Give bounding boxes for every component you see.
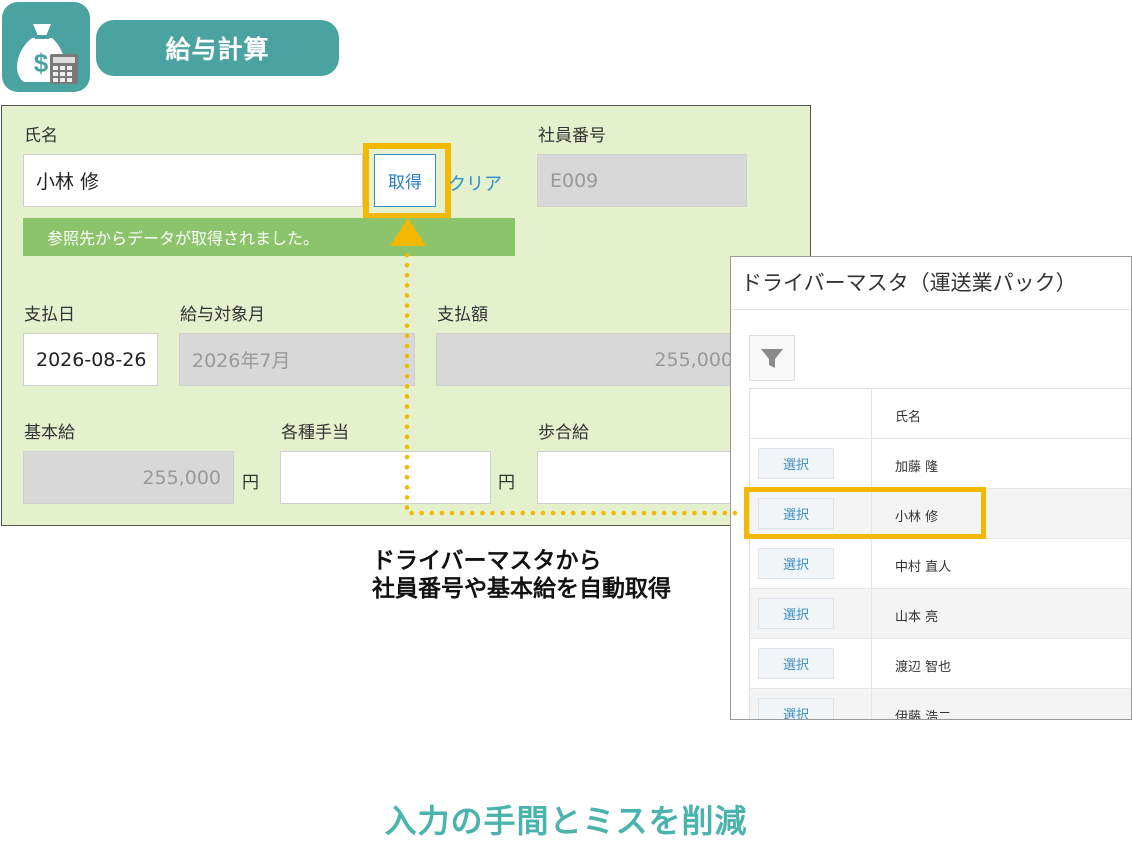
callout-line-1: ドライバーマスタから — [372, 548, 602, 574]
clear-link[interactable]: クリア — [448, 170, 502, 196]
select-button[interactable]: 選択 — [758, 648, 834, 679]
name-input[interactable]: 小林 修 — [23, 154, 363, 207]
dotted-connector — [404, 252, 745, 516]
table-row: 選択 加藤 隆 — [750, 439, 1131, 489]
select-button[interactable]: 選択 — [758, 448, 834, 479]
money-bag-calculator-icon: $ — [17, 24, 78, 84]
select-button[interactable]: 選択 — [758, 698, 834, 719]
driver-name: 加藤 隆 — [895, 460, 939, 475]
driver-name: 中村 直人 — [895, 560, 952, 575]
select-button[interactable]: 選択 — [758, 548, 834, 579]
table-row: 選択 山本 亮 — [750, 589, 1131, 639]
driver-table: 氏名 選択 加藤 隆 選択 小林 修 選択 中村 直人 選択 山本 亮 選択 渡… — [749, 388, 1131, 720]
employee-no-label: 社員番号 — [538, 126, 606, 146]
pay-month-label: 給与対象月 — [180, 305, 265, 325]
arrow-head — [390, 218, 426, 246]
filter-funnel-icon — [761, 349, 783, 368]
pay-date-input[interactable]: 2026-08-26 — [23, 333, 158, 386]
select-button[interactable]: 選択 — [758, 598, 834, 629]
pay-date-label: 支払日 — [24, 305, 75, 325]
base-salary-field: 255,000 — [23, 451, 234, 504]
column-header-name: 氏名 — [895, 410, 922, 425]
driver-name: 山本 亮 — [895, 610, 939, 625]
allowance-label: 各種手当 — [281, 423, 349, 443]
employee-no-field: E009 — [537, 154, 747, 207]
base-salary-label: 基本給 — [24, 423, 75, 443]
callout-line-2: 社員番号や基本給を自動取得 — [372, 576, 671, 602]
app-title: 給与計算 — [96, 20, 339, 76]
dialog-title: ドライバーマスタ（運送業パック） — [741, 271, 1077, 295]
connector-arrow — [390, 218, 745, 516]
driver-name: 渡辺 智也 — [895, 660, 952, 675]
name-label: 氏名 — [24, 126, 58, 146]
callout-text: ドライバーマスタから 社員番号や基本給を自動取得 — [372, 547, 671, 603]
get-button-highlight — [363, 143, 451, 219]
base-salary-unit: 円 — [242, 473, 259, 493]
table-row: 選択 渡辺 智也 — [750, 639, 1131, 689]
table-row: 選択 中村 直人 — [750, 539, 1131, 589]
driver-name: 伊藤 浩二 — [895, 710, 952, 720]
selected-row-highlight — [744, 487, 986, 539]
payroll-app-icon: $ — [2, 2, 90, 92]
svg-text:$: $ — [34, 48, 49, 78]
tagline: 入力の手間とミスを削減 — [384, 802, 748, 840]
table-header-row: 氏名 — [750, 389, 1131, 439]
divider — [731, 309, 1131, 310]
table-row: 選択 伊藤 浩二 — [750, 689, 1131, 720]
